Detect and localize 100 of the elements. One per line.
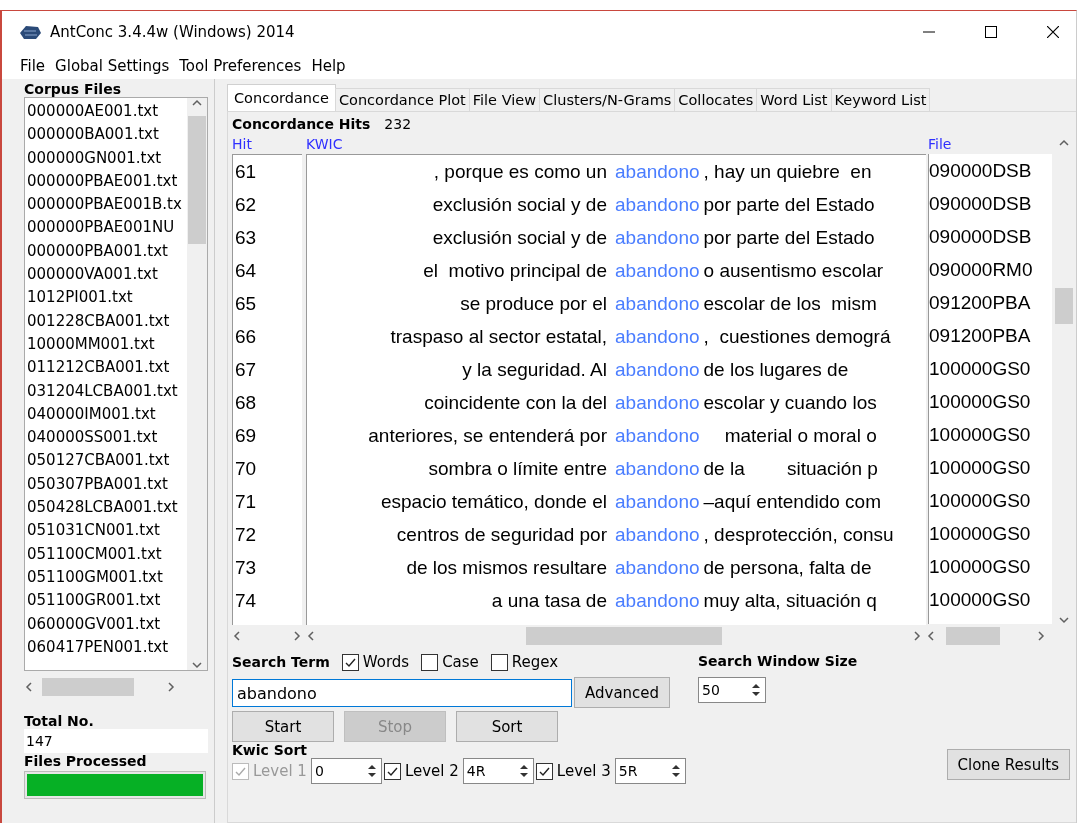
level-spinbox[interactable]: 5R	[614, 758, 686, 784]
left-context: anteriores, se entenderá por	[367, 424, 607, 448]
scrollbar-thumb[interactable]	[946, 627, 1000, 645]
file-item[interactable]: 031204LCBA001.txt	[27, 379, 187, 403]
tab[interactable]: Keyword List	[830, 88, 931, 111]
hit-number: 68	[235, 391, 258, 415]
right-context: material o moral o	[723, 424, 877, 448]
file-item[interactable]: 051031CN001.txt	[27, 519, 187, 543]
keyword: abandono	[615, 259, 700, 283]
total-value: 147	[24, 729, 208, 753]
tab[interactable]: Concordance Plot	[334, 88, 470, 111]
left-context: de los mismos resultare	[405, 556, 607, 580]
file-item[interactable]: 050428LCBA001.txt	[27, 496, 187, 520]
maximize-icon	[985, 26, 997, 38]
left-context: el motivo principal de	[422, 259, 607, 283]
file-item[interactable]: 000000GN001.txt	[27, 146, 187, 170]
checkbox[interactable]	[490, 653, 508, 671]
file-item[interactable]: 1012PI001.txt	[27, 286, 187, 310]
keyword: abandono	[615, 589, 700, 613]
file-item[interactable]: 000000BA001.txt	[27, 123, 187, 147]
file-item[interactable]: 000000PBA001.txt	[27, 239, 187, 264]
tab[interactable]: Concordance	[227, 84, 336, 111]
scrollbar-thumb[interactable]	[42, 678, 134, 696]
file-item[interactable]: 050127CBA001.txt	[27, 449, 187, 473]
advanced-button[interactable]: Advanced	[574, 677, 671, 708]
file-item[interactable]: 040000IM001.txt	[27, 402, 187, 427]
checkmark-icon	[537, 765, 551, 777]
file-item[interactable]: 040000SS001.txt	[27, 426, 187, 450]
file-item[interactable]: 060417PEN001.txt	[27, 635, 187, 660]
keyword: abandono	[615, 325, 700, 349]
right-context: , cuestiones demográ	[703, 325, 891, 349]
clone-results-button[interactable]: Clone Results	[946, 749, 1070, 780]
section-label: Files Processed	[24, 753, 148, 769]
action-button[interactable]: Sort	[456, 711, 558, 742]
left-context: y la seguridad. Al	[461, 358, 607, 382]
window-size-spinbox[interactable]: 50	[698, 677, 766, 703]
keyword: abandono	[615, 556, 700, 580]
keyword: abandono	[615, 160, 700, 184]
left-context: exclusión social y de	[431, 193, 607, 217]
file-item[interactable]: 10000MM001.txt	[27, 332, 187, 357]
file-item[interactable]: 051100CM001.txt	[27, 542, 187, 566]
file-item[interactable]: 060000GV001.txt	[27, 612, 187, 636]
column-header[interactable]: File	[928, 136, 1052, 154]
file-name: 100000GS0	[929, 390, 1032, 414]
right-context: por parte del Estado	[703, 193, 875, 217]
left-context: centros de seguridad por	[395, 523, 607, 547]
menu-item[interactable]: Tool Preferences	[175, 57, 306, 75]
checkbox[interactable]	[421, 653, 439, 671]
checkmark-icon	[385, 765, 399, 777]
file-item[interactable]: 000000PBAE001NU	[27, 216, 187, 240]
keyword: abandono	[615, 523, 700, 547]
left-context: espacio temático, donde el	[379, 490, 607, 514]
level-spinbox[interactable]: 4R	[462, 758, 534, 784]
file-name: 100000GS0	[929, 555, 1032, 579]
right-context: de persona, falta de	[703, 556, 872, 580]
file-item[interactable]: 000000PBAE001.txt	[27, 169, 187, 194]
action-button[interactable]: Start	[232, 711, 334, 742]
hit-number: 69	[235, 424, 258, 448]
column-header[interactable]: KWIC	[306, 136, 926, 154]
checkbox-label: Case	[442, 653, 479, 671]
section-label: Concordance Hits	[232, 116, 371, 132]
file-name: 091200PBA	[929, 324, 1032, 348]
checkbox[interactable]	[341, 653, 359, 671]
hit-number: 65	[235, 292, 258, 316]
checkbox-label: Level 3	[556, 762, 611, 780]
scrollbar-thumb[interactable]	[188, 116, 206, 244]
checkmark-icon	[234, 765, 247, 777]
scrollbar-thumb[interactable]	[1055, 288, 1073, 324]
menu-item[interactable]: Help	[307, 57, 350, 75]
scrollbar[interactable]	[187, 98, 207, 670]
section-label: Search Window Size	[698, 653, 859, 669]
file-name: 100000GS0	[929, 588, 1032, 612]
right-context: , hay un quiebre en	[703, 160, 872, 184]
section-label: Total No.	[24, 713, 95, 729]
file-item[interactable]: 050307PBA001.txt	[27, 472, 187, 497]
scrollbar-thumb[interactable]	[526, 627, 722, 645]
file-list[interactable]	[24, 97, 208, 671]
file-item[interactable]: 000000PBAE001B.tx	[27, 193, 187, 217]
checkbox[interactable]	[383, 762, 401, 780]
file-item[interactable]: 051100GR001.txt	[27, 589, 187, 613]
checkbox-label: Level 2	[404, 762, 459, 780]
file-name: 100000GS0	[929, 489, 1032, 513]
right-context: por parte del Estado	[703, 226, 875, 250]
menu-item[interactable]: File	[16, 57, 50, 75]
file-item[interactable]: 000000VA001.txt	[27, 263, 187, 287]
column-header[interactable]: Hit	[232, 136, 302, 154]
left-context: a una tasa de	[490, 589, 607, 613]
checkmark-icon	[343, 656, 357, 668]
search-field[interactable]: abandono	[232, 678, 572, 707]
menu-item[interactable]: Global Settings	[51, 57, 174, 75]
right-context: –aquí entendido com	[703, 490, 881, 514]
right-context: de los lugares de	[703, 358, 849, 382]
checkbox[interactable]	[535, 762, 553, 780]
file-item[interactable]: 051100GM001.txt	[27, 565, 187, 590]
file-item[interactable]: 011212CBA001.txt	[27, 356, 187, 380]
close-icon	[1047, 26, 1059, 38]
file-item[interactable]: 000000AE001.txt	[27, 100, 187, 124]
file-item[interactable]: 001228CBA001.txt	[27, 309, 187, 333]
keyword: abandono	[615, 226, 700, 250]
hit-number: 62	[235, 193, 258, 217]
